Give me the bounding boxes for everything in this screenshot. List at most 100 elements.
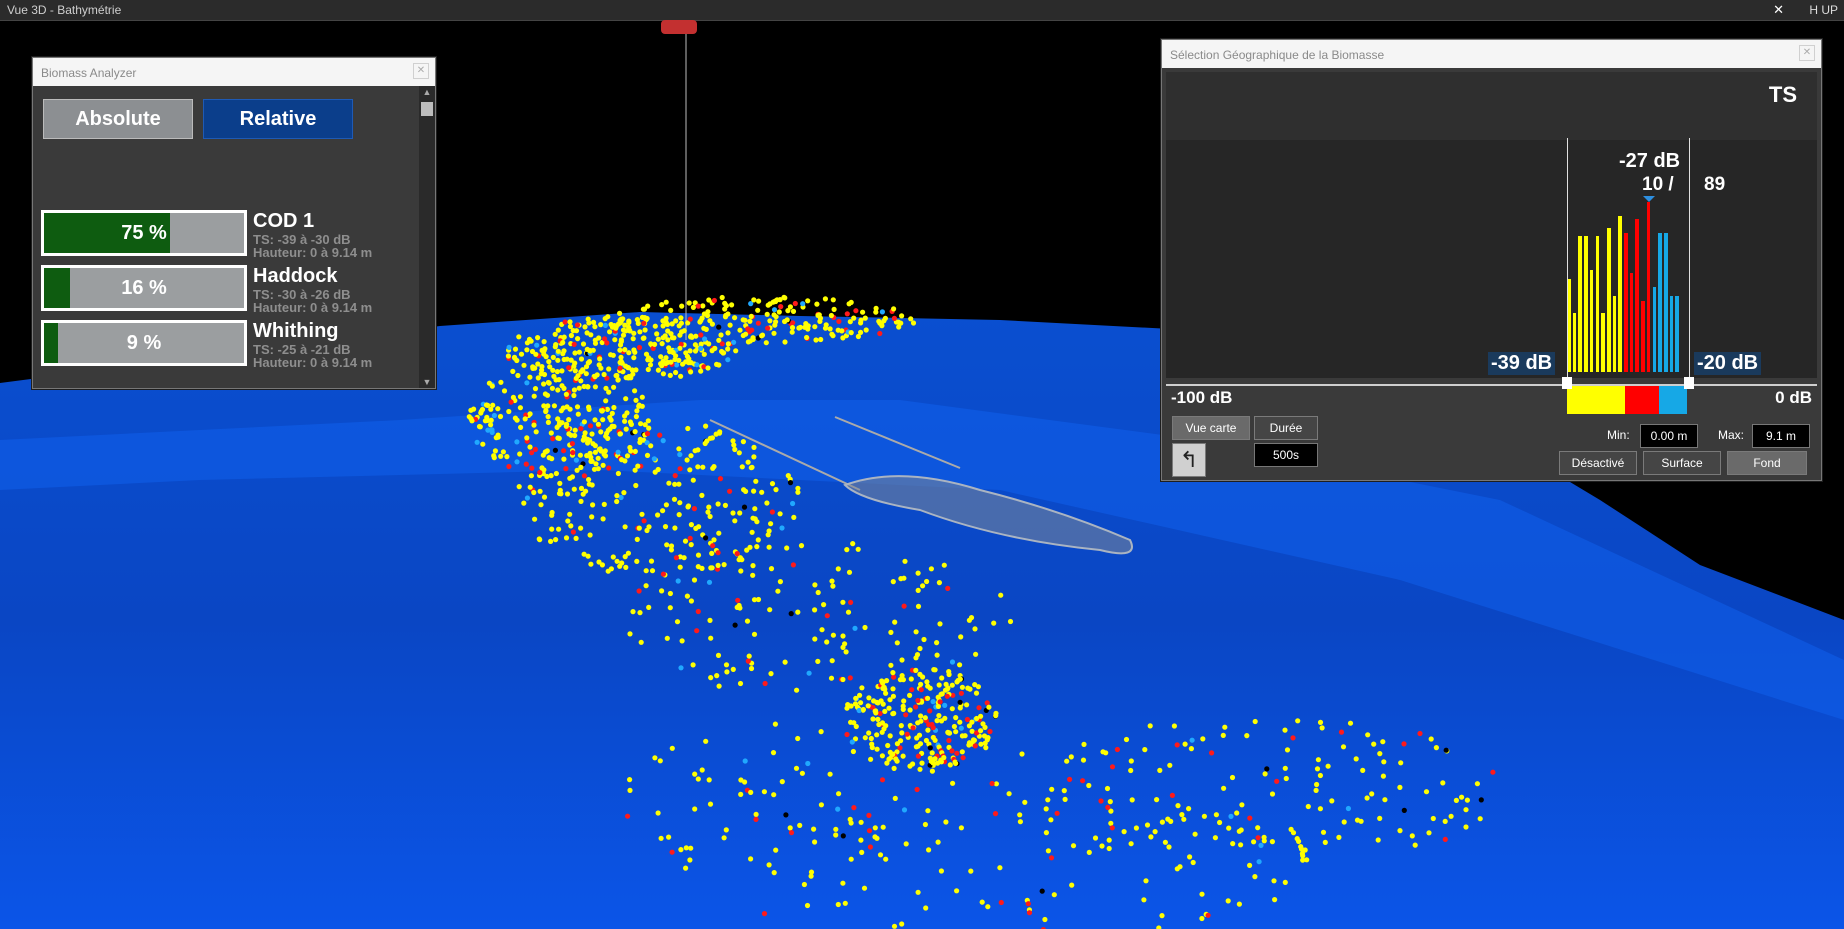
- fish-echo-point: [679, 329, 685, 335]
- surface-button[interactable]: Surface: [1643, 451, 1721, 475]
- fish-echo-point: [1417, 730, 1423, 737]
- absolute-button[interactable]: Absolute: [43, 99, 193, 139]
- fish-echo-point: [1442, 818, 1448, 825]
- close-icon[interactable]: ✕: [1773, 2, 1784, 18]
- fish-echo-point: [603, 398, 609, 404]
- fish-echo-point: [798, 543, 805, 549]
- fish-echo-point: [787, 825, 793, 831]
- fish-echo-point: [715, 562, 721, 569]
- fish-echo-point: [1377, 815, 1383, 822]
- relative-button[interactable]: Relative: [203, 99, 353, 139]
- fish-echo-point: [652, 469, 658, 475]
- fish-echo-point: [1282, 765, 1288, 771]
- fish-echo-point: [516, 484, 522, 490]
- fish-echo-point: [913, 667, 919, 674]
- ts-histogram[interactable]: [1567, 202, 1681, 372]
- fish-echo-point: [1380, 739, 1386, 745]
- fish-echo-point: [687, 348, 693, 354]
- fish-echo-point: [858, 819, 864, 825]
- fish-echo-point: [716, 683, 722, 689]
- fish-echo-point: [556, 526, 562, 532]
- max-threshold-line[interactable]: [1689, 138, 1690, 384]
- fish-echo-point: [812, 636, 818, 642]
- scrollbar[interactable]: ▲ ▼: [419, 86, 435, 388]
- fish-echo-point: [903, 841, 909, 847]
- fish-echo-point: [555, 327, 561, 333]
- fish-echo-point: [638, 639, 644, 645]
- fish-echo-point: [890, 686, 896, 692]
- fish-echo-point: [737, 510, 743, 516]
- scroll-up-icon[interactable]: ▲: [421, 86, 433, 98]
- fish-echo-point: [830, 583, 836, 589]
- fish-echo-point: [985, 735, 991, 741]
- fish-echo-point: [1247, 862, 1253, 869]
- scroll-down-icon[interactable]: ▼: [421, 376, 433, 388]
- fish-echo-point: [604, 340, 610, 346]
- fish-echo-point: [928, 566, 935, 572]
- fish-echo-point: [1282, 879, 1288, 886]
- min-handle-icon[interactable]: [1562, 377, 1572, 389]
- fish-echo-point: [1061, 788, 1067, 794]
- fish-echo-point: [483, 402, 490, 408]
- species-row[interactable]: 16 % Haddock TS: -30 à -26 dB Hauteur: 0…: [41, 265, 381, 315]
- fish-echo-point: [1054, 810, 1060, 816]
- fish-echo-point: [524, 347, 530, 353]
- max-handle-icon[interactable]: [1684, 377, 1694, 389]
- fish-echo-point: [789, 329, 795, 335]
- fish-echo-point: [624, 453, 631, 459]
- fish-echo-point: [1382, 797, 1388, 803]
- fish-echo-point: [966, 617, 973, 623]
- fish-echo-point: [910, 725, 916, 731]
- fish-echo-point: [989, 780, 995, 787]
- species-row[interactable]: 75 % COD 1 TS: -39 à -30 dB Hauteur: 0 à…: [41, 210, 381, 260]
- fish-echo-point: [595, 421, 602, 427]
- bottom-button[interactable]: Fond: [1727, 451, 1807, 475]
- back-arrow-icon[interactable]: ↰: [1172, 443, 1206, 477]
- fish-echo-point: [894, 640, 900, 646]
- map-view-button[interactable]: Vue carte: [1172, 416, 1250, 440]
- fish-echo-point: [877, 330, 883, 337]
- fish-echo-point: [647, 362, 654, 368]
- duration-button[interactable]: Durée: [1254, 416, 1318, 440]
- fish-echo-point: [899, 730, 905, 736]
- fish-echo-point: [924, 578, 930, 585]
- fish-echo-point: [1345, 805, 1351, 812]
- selection-titlebar[interactable]: Sélection Géographique de la Biomasse ✕: [1162, 40, 1821, 68]
- min-depth-field[interactable]: 0.00 m: [1640, 424, 1698, 448]
- fish-echo-point: [944, 693, 950, 699]
- vessel-marker[interactable]: [661, 20, 697, 34]
- fish-echo-point: [909, 687, 915, 693]
- fish-echo-point: [524, 340, 531, 346]
- orientation-label[interactable]: H UP: [1809, 3, 1838, 17]
- max-label: Max:: [1718, 428, 1745, 442]
- close-icon[interactable]: ✕: [1799, 45, 1815, 61]
- fish-echo-point: [586, 359, 593, 365]
- min-threshold-line[interactable]: [1567, 138, 1568, 384]
- fish-echo-point: [727, 322, 733, 328]
- duration-field[interactable]: 500s: [1254, 443, 1318, 467]
- fish-echo-point: [777, 511, 783, 517]
- max-depth-field[interactable]: 9.1 m: [1752, 424, 1810, 448]
- species-percent-bar: 75 %: [41, 210, 247, 256]
- fish-echo-point: [1152, 829, 1158, 835]
- fish-echo-point: [626, 328, 633, 334]
- fish-echo-point: [740, 332, 746, 339]
- fish-echo-point: [979, 899, 985, 905]
- disabled-button[interactable]: Désactivé: [1559, 451, 1637, 475]
- fish-echo-point: [725, 357, 731, 363]
- fish-echo-point: [1341, 819, 1347, 825]
- fish-echo-point: [623, 564, 629, 571]
- fish-echo-point: [571, 341, 577, 347]
- biomass-analyzer-titlebar[interactable]: Biomass Analyzer ✕: [33, 58, 435, 86]
- fish-echo-point: [722, 502, 729, 508]
- fish-echo-point: [804, 334, 810, 341]
- fish-echo-point: [1290, 830, 1297, 836]
- fish-echo-point: [729, 302, 735, 308]
- species-row[interactable]: 9 % Whithing TS: -25 à -21 dB Hauteur: 0…: [41, 320, 381, 370]
- fish-echo-point: [788, 611, 794, 617]
- fish-echo-point: [615, 377, 621, 383]
- close-icon[interactable]: ✕: [413, 63, 429, 79]
- scroll-thumb[interactable]: [421, 102, 433, 116]
- fish-echo-point: [654, 331, 660, 337]
- fish-echo-point: [614, 558, 620, 564]
